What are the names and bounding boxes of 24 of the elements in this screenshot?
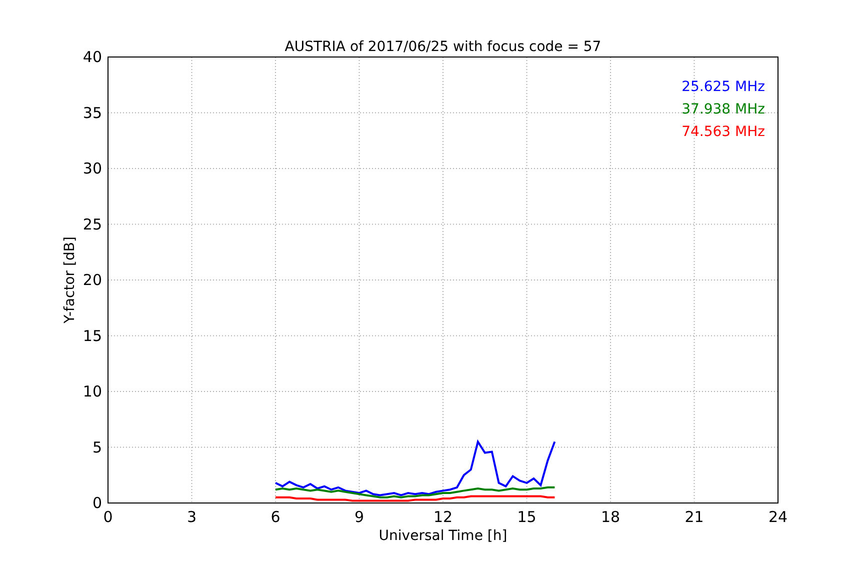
axis-label: Y-factor [dB] xyxy=(62,236,78,324)
tick-label: 40 xyxy=(82,48,102,66)
tick-label: 12 xyxy=(433,508,453,526)
tick-label: 15 xyxy=(82,326,102,345)
tick-label: 25 xyxy=(82,215,102,234)
tick-label: 30 xyxy=(82,160,102,178)
tick-label: 35 xyxy=(82,104,102,122)
tick-label: 5 xyxy=(92,438,102,456)
tick-label: 15 xyxy=(517,508,536,526)
tick-label: 6 xyxy=(270,508,280,526)
tick-label: 18 xyxy=(600,508,620,526)
tick-label: 3 xyxy=(186,508,197,526)
tick-label: 24 xyxy=(768,508,788,526)
axis-label: Universal Time [h] xyxy=(378,528,508,544)
tick-label: 9 xyxy=(354,508,364,526)
tick-label: 0 xyxy=(103,508,113,526)
tick-label: 0 xyxy=(92,494,102,512)
legend-label: 37.938 MHz xyxy=(682,102,765,118)
legend-label: 25.625 MHz xyxy=(682,79,765,95)
tick-label: 10 xyxy=(82,382,102,400)
legend-label: 74.563 MHz xyxy=(682,124,765,140)
chart-title: AUSTRIA of 2017/06/25 with focus code = 57 xyxy=(284,39,602,55)
tick-label: 20 xyxy=(82,271,102,289)
tick-label: 21 xyxy=(684,508,704,526)
